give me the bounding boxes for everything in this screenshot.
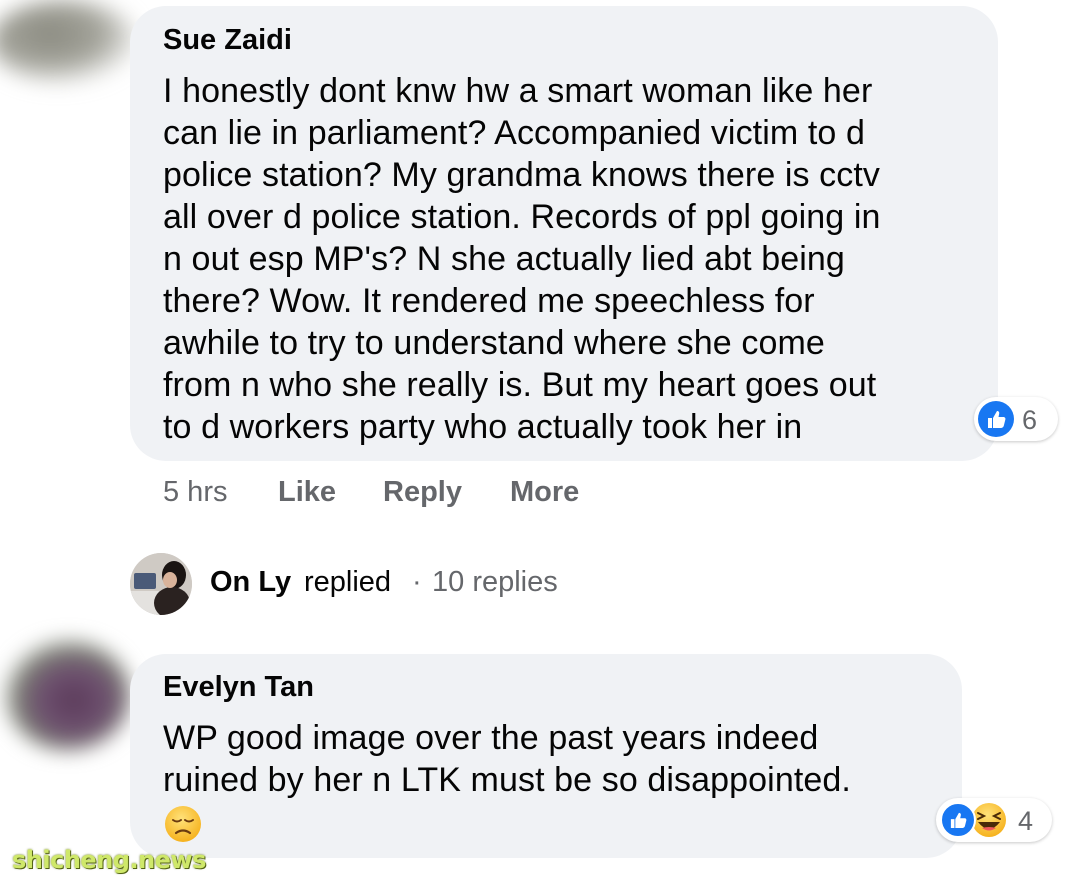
comment-text-line: n out esp MP's? N she actually lied abt … (163, 240, 845, 278)
comment-text-line: all over d police station. Records of pp… (163, 198, 881, 236)
comment-text-line: ruined by her n LTK must be so disappoin… (163, 761, 851, 799)
comment-text-line: I honestly dont knw hw a smart woman lik… (163, 72, 873, 110)
comment-text-line: from n who she really is. But my heart g… (163, 366, 877, 404)
comment-author[interactable]: Sue Zaidi (163, 24, 292, 57)
comment-timestamp[interactable]: 5 hrs (163, 476, 227, 509)
replied-text: replied (304, 566, 392, 598)
comment-text-line: there? Wow. It rendered me speechless fo… (163, 282, 815, 320)
replier-avatar (130, 553, 192, 615)
like-reaction-icon (978, 401, 1014, 437)
reaction-summary[interactable]: 4 (936, 798, 1052, 842)
like-button[interactable]: Like (278, 476, 336, 509)
reaction-count: 4 (1018, 806, 1034, 836)
evelyn-tan-avatar[interactable] (5, 640, 130, 750)
comment-text-line: awhile to try to understand where she co… (163, 324, 825, 362)
sue-zaidi-avatar[interactable] (0, 0, 140, 85)
reaction-count: 6 (1022, 405, 1038, 435)
separator-dot: · (412, 566, 422, 598)
replier-name: On Ly (210, 566, 292, 598)
comment-text-line: to d workers party who actually took her… (163, 408, 803, 446)
replies-summary[interactable]: On Ly replied · 10 replies (130, 552, 590, 616)
reaction-summary[interactable]: 6 (974, 397, 1058, 441)
disappointed-face-icon (163, 804, 203, 844)
comment-author[interactable]: Evelyn Tan (163, 671, 314, 704)
like-reaction-icon (940, 802, 976, 838)
watermark: shicheng.news (12, 846, 206, 874)
comment-text-line: can lie in parliament? Accompanied victi… (163, 114, 865, 152)
more-button[interactable]: More (510, 476, 579, 509)
comment-text-line: police station? My grandma knows there i… (163, 156, 881, 194)
comment-text-line: WP good image over the past years indeed (163, 719, 819, 757)
replies-count: 10 replies (432, 566, 558, 598)
comment-actions: 5 hrs Like Reply More (163, 476, 663, 512)
reply-button[interactable]: Reply (383, 476, 462, 509)
